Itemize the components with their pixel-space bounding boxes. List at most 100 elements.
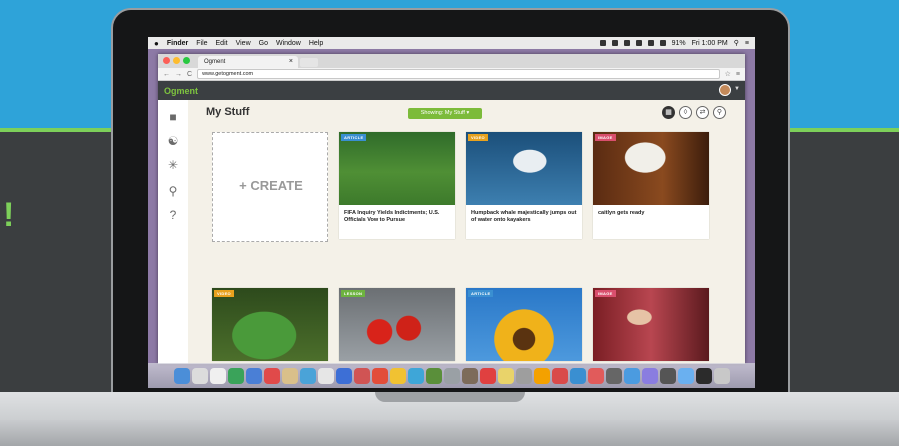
card-caption: Humpback whale majestically jumps out of… [471,210,577,223]
dock-app-icon[interactable] [623,367,640,384]
menu-app-name[interactable]: Finder [167,40,188,47]
network-icon[interactable]: ✳ [166,158,180,172]
content-card[interactable]: ARTICLE [466,288,582,361]
content-toolbar: My Stuff Showing: My Stuff ▾ ▦ ◊ ⇄ ⚲ [206,106,726,120]
card-type-badge: VIDEO [468,134,488,141]
forward-icon[interactable]: → [175,71,182,78]
dock-app-icon[interactable] [479,367,496,384]
status-icon[interactable] [599,40,606,46]
create-card[interactable]: + CREATE [212,132,328,242]
clock[interactable]: Fri 1:00 PM [692,40,728,47]
dock-app-icon[interactable] [299,367,316,384]
dock-app-icon[interactable] [227,367,244,384]
sidebar: ■ ☯ ✳ ⚲ ? [158,100,188,364]
dock-app-icon[interactable] [659,367,676,384]
minimize-window-button[interactable] [173,57,180,64]
status-icon[interactable] [611,40,618,46]
reload-icon[interactable]: C [187,71,192,78]
dock-app-icon[interactable] [677,367,694,384]
status-icon[interactable] [635,40,642,46]
filter-label: Showing: My Stuff [420,110,465,116]
url-bar: ← → C www.getogment.com ☆ ≡ [158,68,745,81]
battery-percent[interactable]: 91% [672,40,686,47]
browser-tabbar: Ogment × [158,54,745,68]
dock-app-icon[interactable] [389,367,406,384]
card-image: LESSON [339,288,455,361]
dock-app-icon[interactable] [353,367,370,384]
apple-icon[interactable]: ● [154,39,159,48]
wifi-icon[interactable] [659,40,666,46]
dock-app-icon[interactable] [443,367,460,384]
menu-edit[interactable]: Edit [216,40,228,47]
tab-title: Ogment [204,59,226,65]
dock-app-icon[interactable] [515,367,532,384]
dock-app-icon[interactable] [605,367,622,384]
create-label: + CREATE [239,178,303,193]
dock-app-icon[interactable] [695,367,712,384]
dock-app-icon[interactable] [245,367,262,384]
zoom-window-button[interactable] [183,57,190,64]
search-icon[interactable]: ⚲ [713,106,726,119]
content-card[interactable]: IMAGE [593,288,709,361]
ogment-logo[interactable]: Ogment [164,86,198,96]
browser-menu-icon[interactable]: ≡ [736,71,740,78]
people-icon[interactable]: ☯ [166,134,180,148]
menu-help[interactable]: Help [309,40,323,47]
search-icon[interactable]: ⚲ [166,184,180,198]
dock-app-icon[interactable] [407,367,424,384]
content-card[interactable]: IMAGE caitlyn gets ready [593,132,709,239]
content-card[interactable]: VIDEO [212,288,328,361]
browser-tab[interactable]: Ogment × [198,56,298,68]
card-image: IMAGE [593,132,709,205]
chevron-down-icon[interactable]: ▼ [734,86,740,92]
menu-view[interactable]: View [236,40,251,47]
browser-window: Ogment × ← → C www.getogment.com ☆ ≡ Ogm… [158,54,745,364]
dock-app-icon[interactable] [533,367,550,384]
status-icon[interactable] [623,40,630,46]
dock-app-icon[interactable] [191,367,208,384]
address-input[interactable]: www.getogment.com [197,69,720,79]
menu-go[interactable]: Go [259,40,268,47]
help-icon[interactable]: ? [166,208,180,222]
tab-close-icon[interactable]: × [289,58,293,65]
menu-list-icon[interactable]: ≡ [745,40,749,47]
status-icon[interactable] [647,40,654,46]
spotlight-icon[interactable]: ⚲ [734,39,739,47]
close-window-button[interactable] [163,57,170,64]
app-main: ■ ☯ ✳ ⚲ ? My Stuff Showing: My Stuff ▾ ▦… [158,100,745,364]
dock-app-icon[interactable] [587,367,604,384]
back-icon[interactable]: ← [163,71,170,78]
laptop-screen: ● Finder File Edit View Go Window Help 9… [148,37,755,388]
card-caption: FIFA Inquiry Yields Indictments; U.S. Of… [344,210,440,223]
menu-file[interactable]: File [196,40,207,47]
dock-app-icon[interactable] [641,367,658,384]
bookmark-star-icon[interactable]: ☆ [725,70,731,78]
dock-app-icon[interactable] [281,367,298,384]
menu-window[interactable]: Window [276,40,301,47]
dock-app-icon[interactable] [335,367,352,384]
user-avatar[interactable] [719,84,731,96]
my-stuff-box-icon[interactable]: ■ [166,110,180,124]
dock-app-icon[interactable] [209,367,226,384]
card-image: VIDEO [466,132,582,205]
content-card[interactable]: VIDEO Humpback whale majestically jumps o… [466,132,582,239]
dock-app-icon[interactable] [173,367,190,384]
content-card[interactable]: ARTICLE FIFA Inquiry Yields Indictments; … [339,132,455,239]
new-tab-button[interactable] [300,58,318,67]
dock-app-icon[interactable] [551,367,568,384]
tag-icon[interactable]: ◊ [679,106,692,119]
grid-view-icon[interactable]: ▦ [662,106,675,119]
dock-app-icon[interactable] [317,367,334,384]
content-card[interactable]: LESSON [339,288,455,361]
dock-app-icon[interactable] [569,367,586,384]
dock-app-icon[interactable] [713,367,730,384]
menubar-status: 91% Fri 1:00 PM ⚲ ≡ [599,39,749,47]
dock-app-icon[interactable] [371,367,388,384]
view-controls: ▦ ◊ ⇄ ⚲ [662,106,726,119]
dock-app-icon[interactable] [263,367,280,384]
dock-app-icon[interactable] [425,367,442,384]
sort-icon[interactable]: ⇄ [696,106,709,119]
dock-app-icon[interactable] [497,367,514,384]
dock-app-icon[interactable] [461,367,478,384]
filter-dropdown[interactable]: Showing: My Stuff ▾ [408,108,482,119]
